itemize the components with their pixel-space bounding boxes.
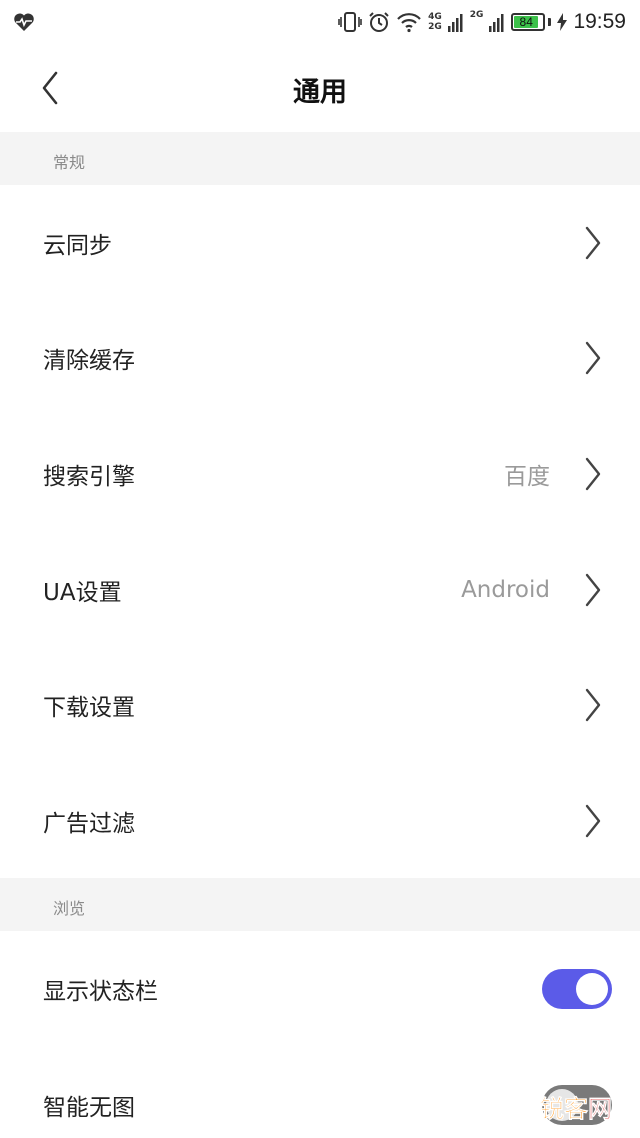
chevron-right-icon bbox=[585, 226, 601, 259]
settings-row-cloud-sync[interactable]: 云同步 bbox=[0, 185, 640, 300]
network-type-label: 4G 2G bbox=[428, 12, 442, 32]
section-header-general: 常规 bbox=[0, 132, 640, 185]
section-title: 浏览 bbox=[53, 899, 86, 918]
signal-icon bbox=[447, 14, 463, 32]
settings-row-ua[interactable]: UA设置 Android bbox=[0, 532, 640, 647]
row-label: 广告过滤 bbox=[43, 810, 135, 837]
status-bar: 4G 2G 2G 84 19:59 bbox=[0, 0, 640, 44]
battery-level: 84 bbox=[519, 15, 533, 29]
row-label: 显示状态栏 bbox=[43, 978, 158, 1005]
show-status-bar-toggle[interactable] bbox=[542, 968, 612, 1009]
network-type-top: 4G bbox=[428, 12, 442, 22]
settings-row-search-engine[interactable]: 搜索引擎 百度 bbox=[0, 416, 640, 531]
charging-icon bbox=[557, 13, 568, 31]
row-label: UA设置 bbox=[43, 579, 122, 606]
section-header-browse: 浏览 bbox=[0, 878, 640, 931]
watermark: 锐客网 bbox=[540, 1089, 613, 1124]
network-type-bottom: 2G bbox=[428, 22, 442, 32]
row-label: 搜索引擎 bbox=[43, 463, 135, 490]
heart-pulse-icon bbox=[14, 13, 34, 31]
status-icons: 4G 2G 2G 84 19:59 bbox=[338, 8, 626, 36]
battery-icon: 84 bbox=[511, 13, 552, 31]
chevron-right-icon bbox=[585, 457, 601, 490]
signal-icon bbox=[489, 14, 504, 32]
settings-row-download[interactable]: 下载设置 bbox=[0, 647, 640, 762]
wifi-icon bbox=[397, 13, 421, 33]
watermark-part1: 锐客 bbox=[540, 1095, 589, 1124]
row-value: 百度 bbox=[504, 463, 550, 490]
row-label: 清除缓存 bbox=[43, 347, 135, 374]
toggle-knob bbox=[576, 972, 608, 1005]
clock-time: 19:59 bbox=[573, 10, 626, 33]
settings-row-ad-filter[interactable]: 广告过滤 bbox=[0, 763, 640, 878]
chevron-right-icon bbox=[585, 573, 601, 606]
chevron-right-icon bbox=[585, 804, 601, 837]
settings-row-show-status-bar: 显示状态栏 bbox=[0, 931, 640, 1046]
network-type-second: 2G bbox=[469, 10, 484, 20]
row-label: 云同步 bbox=[43, 232, 112, 259]
section-title: 常规 bbox=[53, 153, 86, 172]
row-label: 智能无图 bbox=[43, 1094, 135, 1121]
page-title: 通用 bbox=[293, 77, 347, 108]
nav-bar: 通用 bbox=[0, 44, 640, 132]
alarm-icon bbox=[369, 12, 389, 32]
vibrate-icon bbox=[338, 12, 362, 32]
row-label: 下载设置 bbox=[43, 694, 135, 721]
watermark-part2: 网 bbox=[588, 1095, 613, 1124]
chevron-right-icon bbox=[585, 688, 601, 721]
chevron-right-icon bbox=[585, 341, 601, 374]
settings-row-clear-cache[interactable]: 清除缓存 bbox=[0, 300, 640, 415]
row-value: Android bbox=[461, 576, 550, 603]
